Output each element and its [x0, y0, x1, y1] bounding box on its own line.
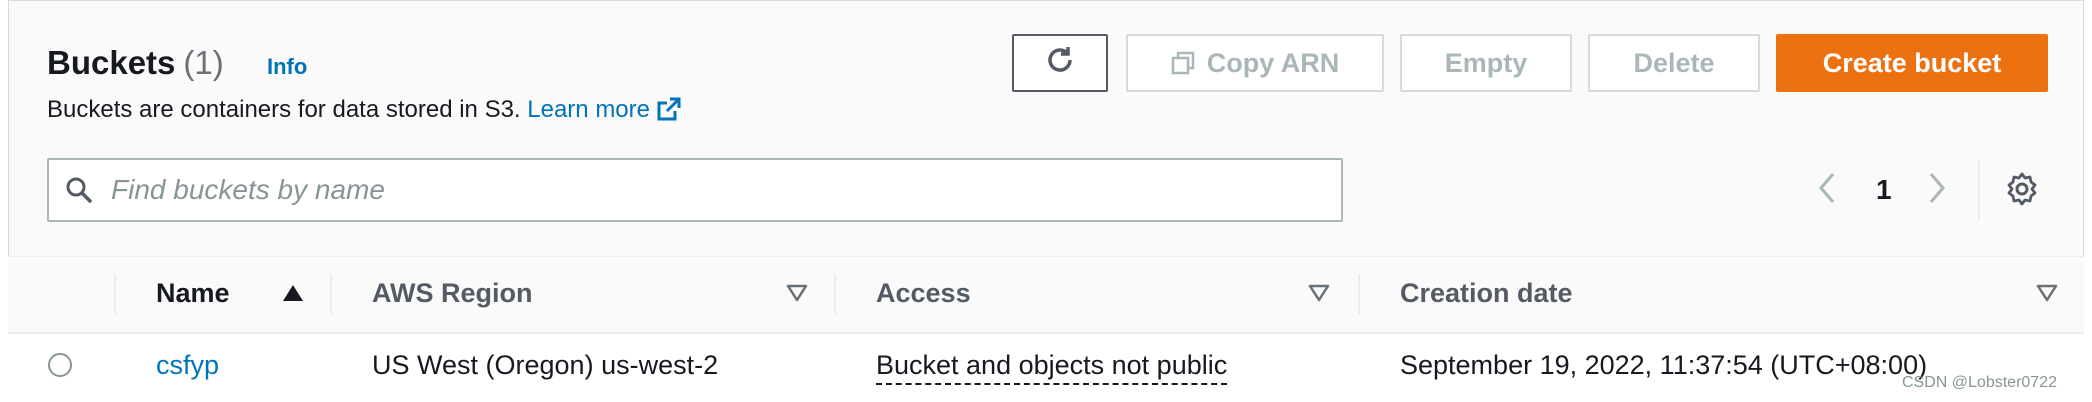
create-bucket-label: Create bucket — [1822, 47, 2002, 78]
search-input[interactable] — [109, 173, 1341, 207]
page-number[interactable]: 1 — [1876, 168, 1892, 212]
empty-button[interactable]: Empty — [1400, 34, 1572, 92]
page-title: Buckets (1) — [47, 44, 224, 82]
refresh-icon — [1043, 43, 1077, 84]
sort-dropdown-icon[interactable] — [786, 284, 808, 302]
settings-gear-icon — [2004, 171, 2040, 212]
search-icon — [65, 176, 93, 204]
refresh-button[interactable] — [1012, 34, 1108, 92]
column-separator[interactable] — [1358, 274, 1360, 314]
delete-label: Delete — [1633, 47, 1715, 78]
learn-more-label: Learn more — [527, 96, 650, 123]
bucket-creation-date: September 19, 2022, 11:37:54 (UTC+08:00) — [1400, 350, 1928, 380]
bucket-count: (1) — [183, 44, 224, 81]
watermark: CSDN @Lobster0722 — [1902, 374, 2057, 391]
column-separator[interactable] — [834, 274, 836, 314]
sort-dropdown-icon[interactable] — [1308, 284, 1330, 302]
table-settings-button[interactable] — [2004, 171, 2040, 212]
previous-page-button[interactable] — [1816, 168, 1838, 212]
search-field[interactable] — [47, 158, 1343, 222]
empty-label: Empty — [1444, 47, 1528, 78]
table-header — [8, 256, 2084, 334]
copy-arn-label: Copy ARN — [1206, 47, 1340, 78]
delete-button[interactable]: Delete — [1588, 34, 1760, 92]
learn-more-link[interactable]: Learn more — [527, 96, 682, 123]
column-header-region[interactable]: AWS Region — [372, 278, 533, 309]
column-header-access[interactable]: Access — [876, 278, 971, 309]
chevron-left-icon — [1816, 170, 1838, 211]
info-link[interactable]: Info — [267, 54, 307, 80]
next-page-button[interactable] — [1926, 168, 1948, 212]
bucket-name-link[interactable]: csfyp — [156, 350, 219, 381]
column-header-name[interactable]: Name — [156, 278, 230, 309]
bucket-region: US West (Oregon) us-west-2 — [372, 350, 719, 380]
page-title-text: Buckets — [47, 44, 176, 81]
sort-ascending-icon[interactable] — [282, 284, 304, 302]
pagination-divider — [1978, 160, 1980, 220]
bucket-access[interactable]: Bucket and objects not public — [876, 350, 1228, 385]
create-bucket-button[interactable]: Create bucket — [1776, 34, 2048, 92]
column-separator[interactable] — [330, 274, 332, 314]
sort-dropdown-icon[interactable] — [2036, 284, 2058, 302]
column-separator — [114, 274, 116, 314]
row-select-radio[interactable] — [48, 353, 72, 377]
copy-icon — [1171, 51, 1195, 75]
copy-arn-button[interactable]: Copy ARN — [1126, 34, 1384, 92]
description-text: Buckets are containers for data stored i… — [47, 96, 521, 123]
page-description: Buckets are containers for data stored i… — [47, 96, 682, 129]
external-link-icon — [656, 96, 682, 129]
chevron-right-icon — [1926, 170, 1948, 211]
column-header-creation-date[interactable]: Creation date — [1400, 278, 1573, 309]
